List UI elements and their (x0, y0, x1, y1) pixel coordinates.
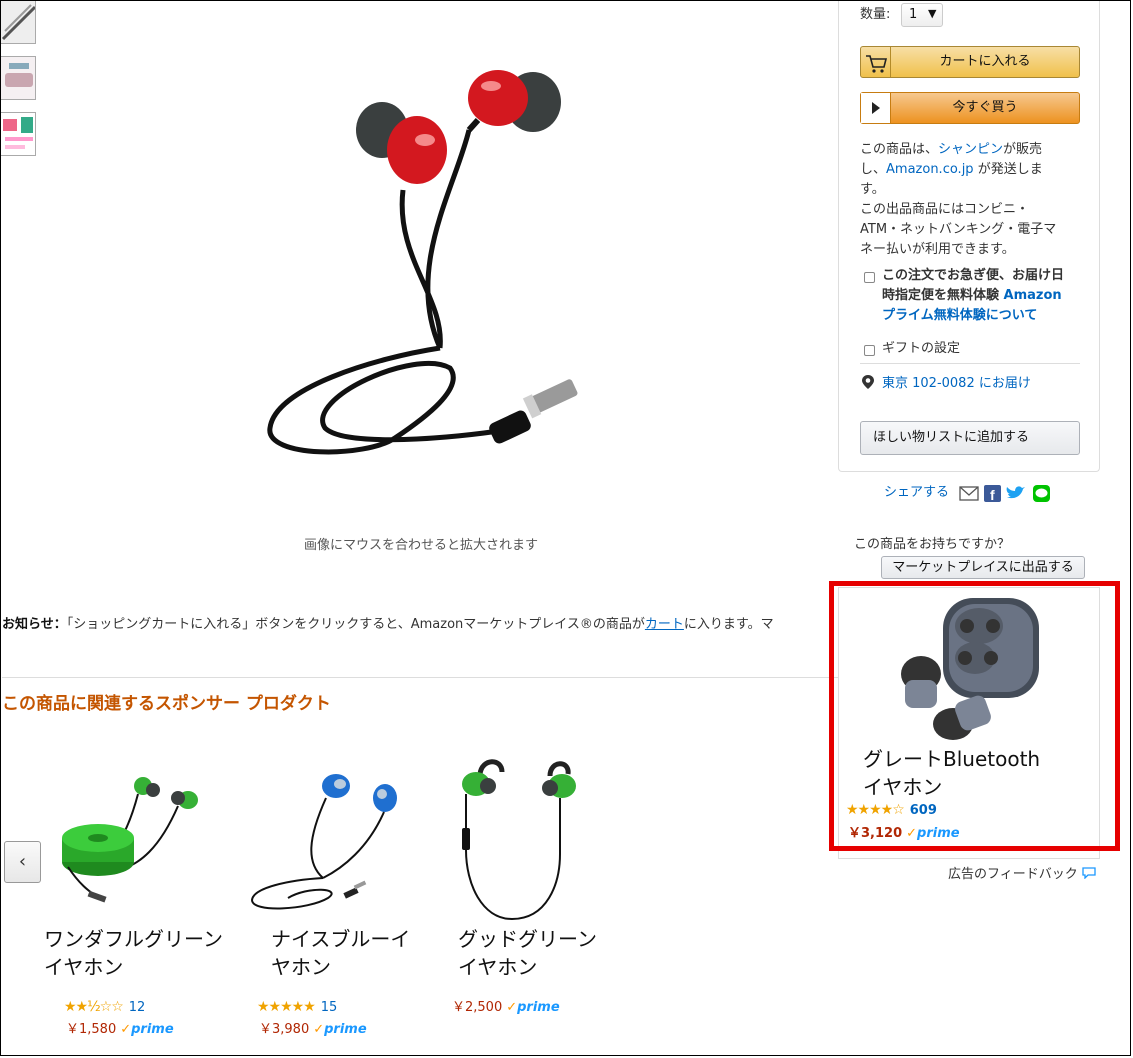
product-image-blue[interactable] (248, 768, 408, 916)
product-price-row: ￥3,980 ✓prime (259, 1018, 367, 1037)
play-icon (861, 93, 891, 123)
seller-text: が販売 (1003, 142, 1043, 157)
product-price: ￥2,500 (452, 1000, 503, 1015)
product-price: ￥3,980 (259, 1022, 310, 1037)
product-title-line: ナイスブルーイ (271, 927, 411, 951)
svg-text:f: f (990, 487, 995, 503)
product-title[interactable]: ナイスブルーイ ヤホン (271, 925, 410, 981)
product-rating[interactable]: ★★★★★ 15 (257, 996, 337, 1015)
thumbnail-1[interactable] (0, 0, 36, 44)
carousel-prev-button[interactable]: ‹ (4, 841, 41, 883)
ad-feedback-label: 広告のフィードバック (948, 867, 1078, 882)
prime-trial-checkbox[interactable] (864, 272, 875, 283)
prime-check-icon: ✓ (120, 1022, 132, 1037)
star-rating-icon: ★★½☆☆ (64, 999, 124, 1015)
buy-now-label: 今すぐ買う (952, 100, 1018, 115)
gift-label: ギフトの設定 (882, 341, 961, 356)
seller-text: し、 (860, 162, 887, 177)
prime-trial-link[interactable]: Amazon (1004, 288, 1062, 303)
share-label: シェアする (884, 485, 950, 500)
quantity-label: 数量: (860, 7, 891, 22)
seller-text: この商品は、 (860, 142, 939, 157)
share-icons: f (959, 485, 1050, 503)
sell-on-marketplace-button[interactable]: マーケットプレイスに出品する (881, 556, 1085, 579)
prime-badge: ✓prime (313, 1022, 366, 1037)
add-to-wishlist-button[interactable]: ほしい物リストに追加する (860, 421, 1080, 455)
quantity-select[interactable]: 1 ▼ (901, 3, 943, 27)
prime-label: prime (324, 1022, 367, 1037)
prime-trial-line: この注文でお急ぎ便、お届け日 (882, 268, 1065, 283)
twitter-icon[interactable] (1006, 486, 1025, 499)
prime-badge: ✓prime (120, 1022, 173, 1037)
product-image-green-hook[interactable] (452, 754, 582, 922)
review-count[interactable]: 15 (321, 1000, 338, 1015)
image-zoom-caption: 画像にマウスを合わせると拡大されます (304, 538, 539, 553)
buy-now-button[interactable]: 今すぐ買う (860, 92, 1080, 124)
sell-question: この商品をお持ちですか？ (854, 537, 1011, 552)
star-rating-icon: ★★★★★ (257, 999, 316, 1015)
prime-badge: ✓prime (506, 1000, 559, 1015)
notice-text: お知らせ：「ショッピングカートに入れる」ボタンをクリックすると、Amazonマー… (2, 613, 830, 632)
prime-trial-text: この注文でお急ぎ便、お届け日 時指定便を無料体験 Amazon プライム無料体験… (882, 266, 1087, 326)
seller-text: す。 (860, 182, 885, 197)
thumbnail-3[interactable] (0, 112, 36, 156)
product-title-line: グッドグリーン (458, 927, 597, 951)
notice-body-end: に入ります。マ (683, 617, 774, 632)
facebook-icon[interactable]: f (984, 485, 1001, 503)
quantity-value: 1 (909, 7, 918, 22)
seller-link[interactable]: シャンピン (938, 142, 1003, 157)
chevron-left-icon: ‹ (18, 851, 27, 872)
gift-checkbox[interactable] (864, 345, 875, 356)
product-title[interactable]: グッドグリーン イヤホン (458, 925, 597, 981)
prime-trial-link[interactable]: プライム無料体験について (882, 306, 1087, 326)
payment-text: ネー払いが利用できます。 (860, 242, 1015, 257)
add-to-cart-label: カートに入れる (939, 54, 1031, 69)
cart-icon (861, 47, 891, 77)
product-price: ￥1,580 (66, 1022, 117, 1037)
main-product-image[interactable] (255, 58, 595, 468)
review-count[interactable]: 12 (129, 1000, 146, 1015)
add-to-cart-button[interactable]: カートに入れる (860, 46, 1080, 78)
product-title-line: イヤホン (458, 955, 538, 979)
thumbnail-image (1, 1, 35, 43)
thumbnail-2[interactable] (0, 56, 36, 100)
highlight-box (829, 581, 1120, 851)
prime-label: prime (131, 1022, 174, 1037)
dropdown-arrow-icon: ▼ (928, 7, 937, 20)
product-title-line: ワンダフルグリーン (44, 927, 223, 951)
feedback-icon (1082, 867, 1096, 880)
payment-text: ATM・ネットバンキング・電子マ (860, 222, 1057, 237)
prime-check-icon: ✓ (313, 1022, 325, 1037)
location-pin-icon (862, 375, 874, 389)
product-image-green-reel[interactable] (58, 772, 208, 912)
line-icon[interactable] (1033, 485, 1050, 502)
buy-box: 数量: 1 ▼ カートに入れる 今すぐ買う この商品は、シャンピンが販売 し、A… (838, 0, 1100, 472)
buybox-divider (860, 363, 1080, 364)
seller-text: が発送しま (977, 162, 1043, 177)
thumbnail-image (1, 57, 35, 99)
product-price-row: ￥2,500 ✓prime (452, 996, 560, 1015)
seller-info: この商品は、シャンピンが販売 し、Amazon.co.jp が発送しま す。 こ… (860, 140, 1085, 260)
prime-trial-line: 時指定便を無料体験 (882, 288, 1000, 303)
product-title-line: イヤホン (44, 955, 124, 979)
payment-text: この出品商品にはコンビニ・ (860, 202, 1030, 217)
product-rating[interactable]: ★★½☆☆ 12 (64, 996, 145, 1015)
product-title-line: ヤホン (271, 955, 331, 979)
section-divider (2, 677, 838, 678)
email-icon[interactable] (959, 486, 979, 501)
sponsored-section-title: この商品に関連するスポンサー プロダクト (2, 694, 331, 714)
shipper-link[interactable]: Amazon.co.jp (886, 162, 974, 177)
thumbnail-image (1, 113, 35, 155)
cart-link[interactable]: カート (645, 617, 684, 632)
notice-label: お知らせ： (2, 617, 67, 632)
delivery-location-link[interactable]: 東京 102-0082 にお届け (882, 374, 1031, 394)
product-price-row: ￥1,580 ✓prime (66, 1018, 174, 1037)
prime-label: prime (517, 1000, 560, 1015)
ad-feedback-link[interactable]: 広告のフィードバック (948, 865, 1096, 885)
notice-body: 「ショッピングカートに入れる」ボタンをクリックすると、Amazonマーケットプレ… (66, 617, 645, 632)
prime-check-icon: ✓ (506, 1000, 518, 1015)
product-title[interactable]: ワンダフルグリーン イヤホン (44, 925, 223, 981)
